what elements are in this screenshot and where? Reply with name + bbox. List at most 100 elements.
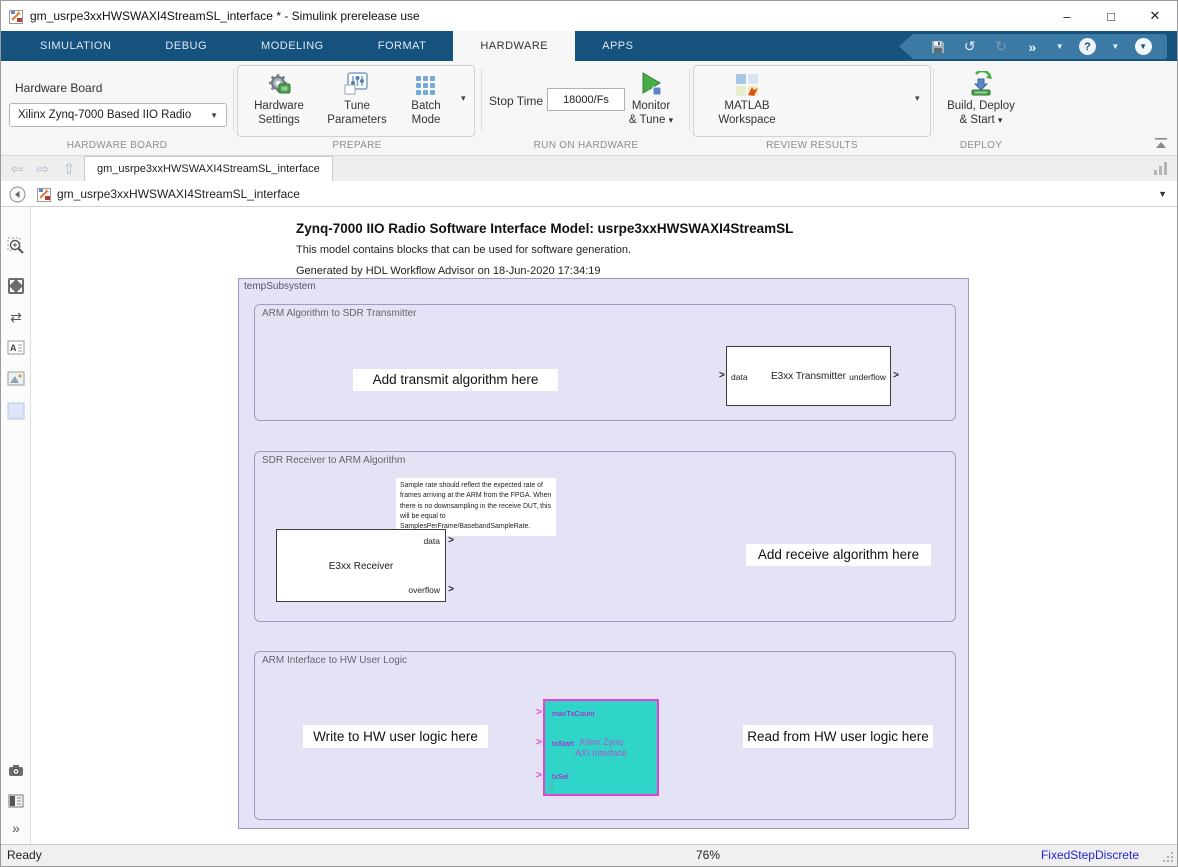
build-deploy-label: Build, Deploy — [947, 99, 1015, 113]
timing-bars-icon[interactable] — [1154, 162, 1167, 175]
double-chevron-icon: » — [12, 820, 20, 836]
maximize-button[interactable]: □ — [1089, 1, 1133, 31]
undo-button[interactable]: ↺ — [962, 38, 978, 55]
breadcrumb-model-icon — [37, 187, 52, 202]
document-tab-label: gm_usrpe3xxHWSWAXI4StreamSL_interface — [97, 163, 320, 175]
breadcrumb[interactable]: gm_usrpe3xxHWSWAXI4StreamSL_interface — [57, 181, 300, 207]
review-caption: REVIEW RESULTS — [691, 140, 933, 151]
matlab-workspace-label: MATLAB — [724, 99, 769, 113]
fit-to-view-button[interactable] — [7, 277, 25, 295]
monitor-tune-caret: ▾ — [669, 115, 674, 125]
model-generated-note: Generated by HDL Workflow Advisor on 18-… — [296, 265, 601, 277]
section-label: ARM Interface to HW User Logic — [262, 655, 407, 666]
output-port-chevron: > — [448, 536, 454, 546]
solver-badge[interactable]: FixedStepDiscrete — [1041, 848, 1139, 862]
build-deploy-caret: ▾ — [998, 115, 1003, 125]
annotation-button[interactable]: A — [7, 339, 25, 357]
e3xx-transmitter-block[interactable]: E3xx Transmitter data underflow > > — [726, 346, 891, 406]
quick-access-toolbar: ↺ ↻ » ▼ ? ▼ ▼ — [899, 34, 1167, 59]
stop-time-label: Stop Time — [489, 94, 543, 108]
sample-rate-note[interactable]: Sample rate should reflect the expected … — [396, 478, 556, 536]
tune-parameters-label: Tune — [344, 99, 370, 113]
model-browser-toggle-button[interactable] — [8, 185, 26, 203]
run-caption: RUN ON HARDWARE — [483, 140, 689, 151]
monitor-tune-button[interactable]: Monitor & Tune ▾ — [609, 67, 693, 133]
palette-more-button[interactable]: » — [7, 819, 25, 837]
property-inspector-caret[interactable]: ▼ — [1158, 181, 1167, 207]
tab-format[interactable]: FORMAT — [351, 31, 454, 61]
prepare-expand-caret[interactable]: ▾ — [461, 93, 466, 104]
window-controls: – □ ✕ — [1045, 1, 1177, 31]
goto-hdl-badge-icon[interactable]: ⇩ — [546, 782, 556, 794]
zoom-region-button[interactable] — [7, 237, 25, 255]
left-palette: ⇄ A — [1, 207, 31, 844]
tab-modeling[interactable]: MODELING — [234, 31, 351, 61]
port-label-underflow: underflow — [849, 372, 886, 382]
model-title: Zynq-7000 IIO Radio Software Interface M… — [296, 221, 793, 236]
e3xx-receiver-block[interactable]: E3xx Receiver data overflow > > — [276, 529, 446, 602]
area-button[interactable] — [7, 402, 25, 420]
hardware-settings-label: Hardware — [254, 99, 304, 113]
annotation-icon: A — [7, 339, 25, 357]
document-tab[interactable]: gm_usrpe3xxHWSWAXI4StreamSL_interface — [84, 156, 333, 181]
collapse-ribbon-icon — [1154, 136, 1168, 149]
tab-simulation[interactable]: SIMULATION — [13, 31, 138, 61]
redo-button[interactable]: ↻ — [993, 38, 1009, 55]
hardware-board-value: Xilinx Zynq-7000 Based IIO Radio — [18, 109, 191, 121]
document-tab-bar: ⇦ ⇨ ⇧ gm_usrpe3xxHWSWAXI4StreamSL_interf… — [1, 156, 1177, 181]
build-deploy-start-button[interactable]: Build, Deploy & Start ▾ — [937, 67, 1025, 133]
annotation-transmit[interactable]: Add transmit algorithm here — [353, 369, 558, 391]
model-subtitle: This model contains blocks that can be u… — [296, 244, 631, 256]
zoom-region-icon — [7, 237, 25, 255]
resize-grip[interactable] — [1163, 852, 1173, 862]
annotation-receive[interactable]: Add receive algorithm here — [746, 544, 931, 566]
tab-apps[interactable]: APPS — [575, 31, 660, 61]
area-icon — [7, 402, 25, 420]
image-button[interactable] — [7, 370, 25, 388]
window-title: gm_usrpe3xxHWSWAXI4StreamSL_interface * … — [30, 9, 420, 23]
screenshot-button[interactable] — [7, 762, 25, 780]
back-button[interactable]: ⇦ — [5, 156, 29, 181]
caret-down-icon: ▼ — [210, 111, 218, 120]
tune-parameters-button[interactable]: Tune Parameters — [319, 67, 395, 133]
matlab-workspace-button[interactable]: MATLAB Workspace — [701, 67, 793, 133]
viewmarks-button[interactable] — [7, 792, 25, 810]
section-label: ARM Algorithm to SDR Transmitter — [262, 308, 416, 319]
save-button[interactable] — [930, 40, 946, 54]
build-deploy-label2: & Start — [960, 114, 995, 126]
review-expand-caret[interactable]: ▾ — [915, 93, 920, 104]
more-commands-caret[interactable]: ▼ — [1056, 42, 1064, 51]
port-label-txStart: txStart — [552, 739, 574, 748]
run-play-icon — [638, 71, 664, 97]
model-canvas[interactable]: Zynq-7000 IIO Radio Software Interface M… — [31, 207, 1177, 844]
hardware-settings-button[interactable]: Hardware Settings — [241, 67, 317, 133]
batch-mode-button[interactable]: Batch Mode — [397, 67, 455, 133]
tab-debug[interactable]: DEBUG — [138, 31, 234, 61]
swap-arrows-icon: ⇄ — [10, 309, 22, 326]
help-caret[interactable]: ▼ — [1111, 42, 1119, 51]
collapse-ribbon-button[interactable] — [1153, 135, 1169, 149]
save-icon — [931, 40, 945, 54]
route-signals-button[interactable]: ⇄ — [7, 308, 25, 326]
input-port-chevron: > — [536, 771, 542, 781]
port-label-data: data — [423, 536, 440, 546]
more-commands-button[interactable]: » — [1024, 39, 1040, 55]
help-button[interactable]: ? — [1079, 38, 1096, 55]
matlab-workspace-label2: Workspace — [718, 113, 775, 127]
build-deploy-icon — [968, 71, 994, 97]
annotation-write[interactable]: Write to HW user logic here — [303, 725, 488, 748]
port-label-txSel: txSel — [552, 772, 569, 781]
hardware-board-dropdown[interactable]: Xilinx Zynq-7000 Based IIO Radio ▼ — [9, 103, 227, 127]
prepare-caption: PREPARE — [233, 140, 481, 151]
up-to-parent-button[interactable]: ⇧ — [57, 156, 81, 181]
block-label: E3xx Receiver — [277, 561, 445, 572]
annotation-read[interactable]: Read from HW user logic here — [743, 725, 933, 748]
resources-button[interactable]: ▼ — [1135, 38, 1152, 55]
close-button[interactable]: ✕ — [1133, 1, 1177, 31]
forward-button[interactable]: ⇨ — [31, 156, 55, 181]
tab-hardware[interactable]: HARDWARE — [453, 31, 575, 61]
output-port-chevron: > — [448, 585, 454, 595]
xilinx-zynq-axi-interface-block[interactable]: Xilinx ZynqAXI Interface maxTxCount txSt… — [543, 699, 659, 796]
minimize-button[interactable]: – — [1045, 1, 1089, 31]
svg-text:A: A — [10, 343, 17, 353]
